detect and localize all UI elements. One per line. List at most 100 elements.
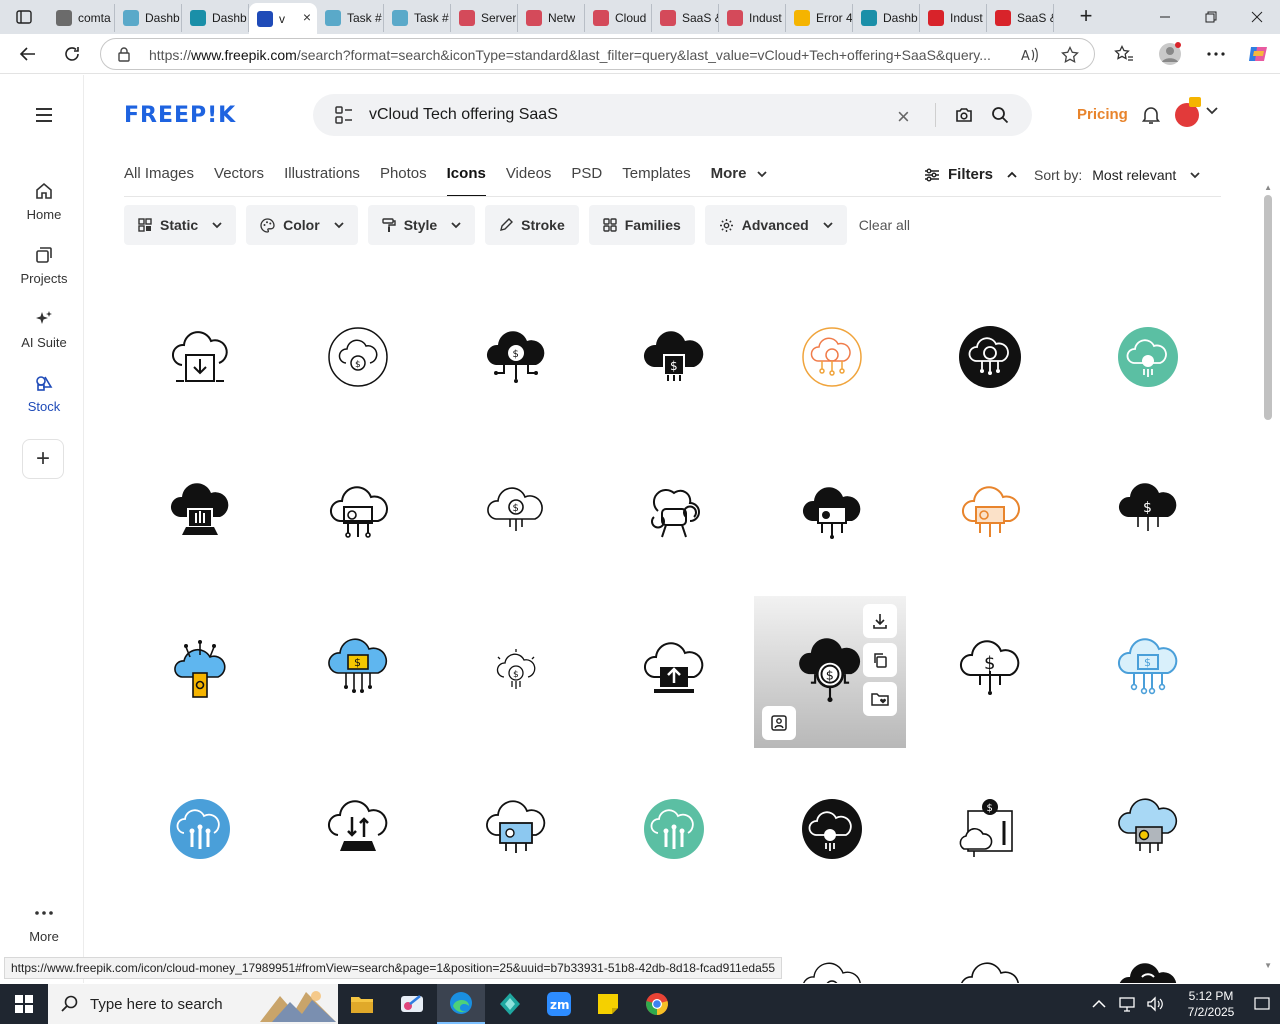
download-button[interactable] [863,604,897,638]
filter-static[interactable]: Static [124,205,237,245]
icon-result[interactable]: $ [440,593,592,745]
icon-result-hovered[interactable]: $ [754,596,906,748]
icon-result[interactable] [282,753,434,905]
sidebar-item-stock[interactable]: Stock [4,373,84,414]
taskbar-file-explorer[interactable] [338,984,386,1024]
back-button[interactable] [14,40,42,68]
icon-result[interactable] [1072,281,1224,433]
browser-tab[interactable]: Cloud [585,4,652,32]
taskbar-edge[interactable] [437,984,485,1024]
clear-search-button[interactable]: × [897,104,910,130]
read-aloud-icon[interactable]: A [1021,47,1039,63]
profile-button[interactable] [1156,40,1184,68]
tray-chevron-up-icon[interactable] [1092,999,1106,1009]
icon-result[interactable] [124,281,276,433]
tab-more[interactable]: More [711,165,767,197]
edit-image-button[interactable] [762,706,796,740]
browser-tab[interactable]: Task # [317,4,384,32]
browser-tab[interactable]: Server [451,4,518,32]
sidebar-menu-button[interactable] [4,105,84,131]
save-to-collection-button[interactable] [863,682,897,716]
filter-style[interactable]: Style [367,205,476,245]
taskbar-app-diamond[interactable] [486,984,534,1024]
search-type-icon[interactable] [335,106,353,124]
icon-result[interactable]: $ [440,437,592,589]
icon-result[interactable] [282,437,434,589]
icon-result[interactable] [598,593,750,745]
clear-all-filters-link[interactable]: Clear all [859,205,910,245]
icon-result[interactable]: $ [1072,437,1224,589]
reload-button[interactable] [58,40,86,68]
filter-color[interactable]: Color [246,205,358,245]
address-bar[interactable]: https://www.freepik.com/search?format=se… [100,38,1095,70]
browser-tab[interactable]: Dashb [182,4,249,32]
icon-result[interactable] [914,913,1066,983]
icon-result[interactable] [440,753,592,905]
icon-result[interactable]: $ [1072,593,1224,745]
search-bar[interactable]: vCloud Tech offering SaaS × [313,94,1032,136]
search-input[interactable]: vCloud Tech offering SaaS [369,106,558,124]
bell-icon[interactable] [1141,105,1161,125]
filter-advanced[interactable]: Advanced [704,205,847,245]
tab-videos[interactable]: Videos [506,165,552,197]
taskbar-snipping-tool[interactable] [388,984,436,1024]
search-icon[interactable] [991,106,1009,124]
camera-icon[interactable] [955,106,973,124]
icon-result[interactable]: $ [914,593,1066,745]
filter-families[interactable]: Families [588,205,695,245]
taskbar-zoom[interactable]: zm [535,984,583,1024]
browser-tab[interactable]: Task # [384,4,451,32]
notification-icon[interactable] [1254,996,1270,1012]
filter-stroke[interactable]: Stroke [485,205,579,245]
freepik-logo[interactable]: FREEP!K [124,103,236,128]
copilot-button[interactable] [1244,40,1272,68]
browser-tab[interactable]: comta [48,4,115,32]
scroll-down-arrow[interactable]: ▼ [1264,961,1272,970]
browser-tab[interactable]: Indust [920,4,987,32]
sidebar-item-projects[interactable]: Projects [4,245,84,286]
pricing-link[interactable]: Pricing [1077,106,1128,123]
icon-result[interactable]: $ [598,281,750,433]
copy-button[interactable] [863,643,897,677]
browser-tab[interactable]: Indust [719,4,786,32]
taskbar-sticky-notes[interactable] [584,984,632,1024]
sort-dropdown[interactable]: Sort by: Most relevant [1034,167,1200,183]
icon-result[interactable] [598,753,750,905]
icon-result[interactable] [756,753,908,905]
minimize-button[interactable] [1142,0,1188,34]
tab-templates[interactable]: Templates [622,165,690,197]
page-scrollbar-thumb[interactable] [1264,195,1272,420]
restore-button[interactable] [1188,0,1234,34]
icon-result[interactable] [1072,913,1224,983]
browser-tab[interactable]: Netw [518,4,585,32]
network-icon[interactable] [1118,996,1136,1012]
start-button[interactable] [0,984,48,1024]
tab-actions-button[interactable] [8,6,40,28]
tab-icons[interactable]: Icons [446,165,487,197]
browser-tab[interactable]: SaaS & [652,4,719,32]
favorite-star-icon[interactable] [1061,46,1079,64]
tab-illustrations[interactable]: Illustrations [284,165,360,197]
browser-tab[interactable]: Dashb [115,4,182,32]
tab-psd[interactable]: PSD [571,165,602,197]
icon-result[interactable]: $ [282,593,434,745]
browser-tab[interactable]: Dashb [853,4,920,32]
icon-result[interactable] [914,437,1066,589]
icon-result[interactable]: $ [282,281,434,433]
icon-result[interactable]: $ [440,281,592,433]
icon-result[interactable] [756,281,908,433]
browser-menu-button[interactable] [1202,40,1230,68]
browser-tab[interactable]: Error 4 [786,4,853,32]
filters-toggle-button[interactable]: Filters [924,166,1017,183]
icon-result[interactable] [124,753,276,905]
sidebar-item-home[interactable]: Home [4,181,84,222]
taskbar-search-box[interactable]: Type here to search [48,984,338,1024]
close-tab-icon[interactable]: × [303,9,311,25]
icon-result[interactable]: $ [914,753,1066,905]
sidebar-add-button[interactable]: + [22,439,64,479]
browser-tab-active[interactable]: v × [249,3,317,34]
icon-result[interactable] [598,437,750,589]
url-text[interactable]: https://www.freepik.com/search?format=se… [149,47,1009,63]
icon-result[interactable] [914,281,1066,433]
sidebar-item-more[interactable]: More [4,911,84,944]
